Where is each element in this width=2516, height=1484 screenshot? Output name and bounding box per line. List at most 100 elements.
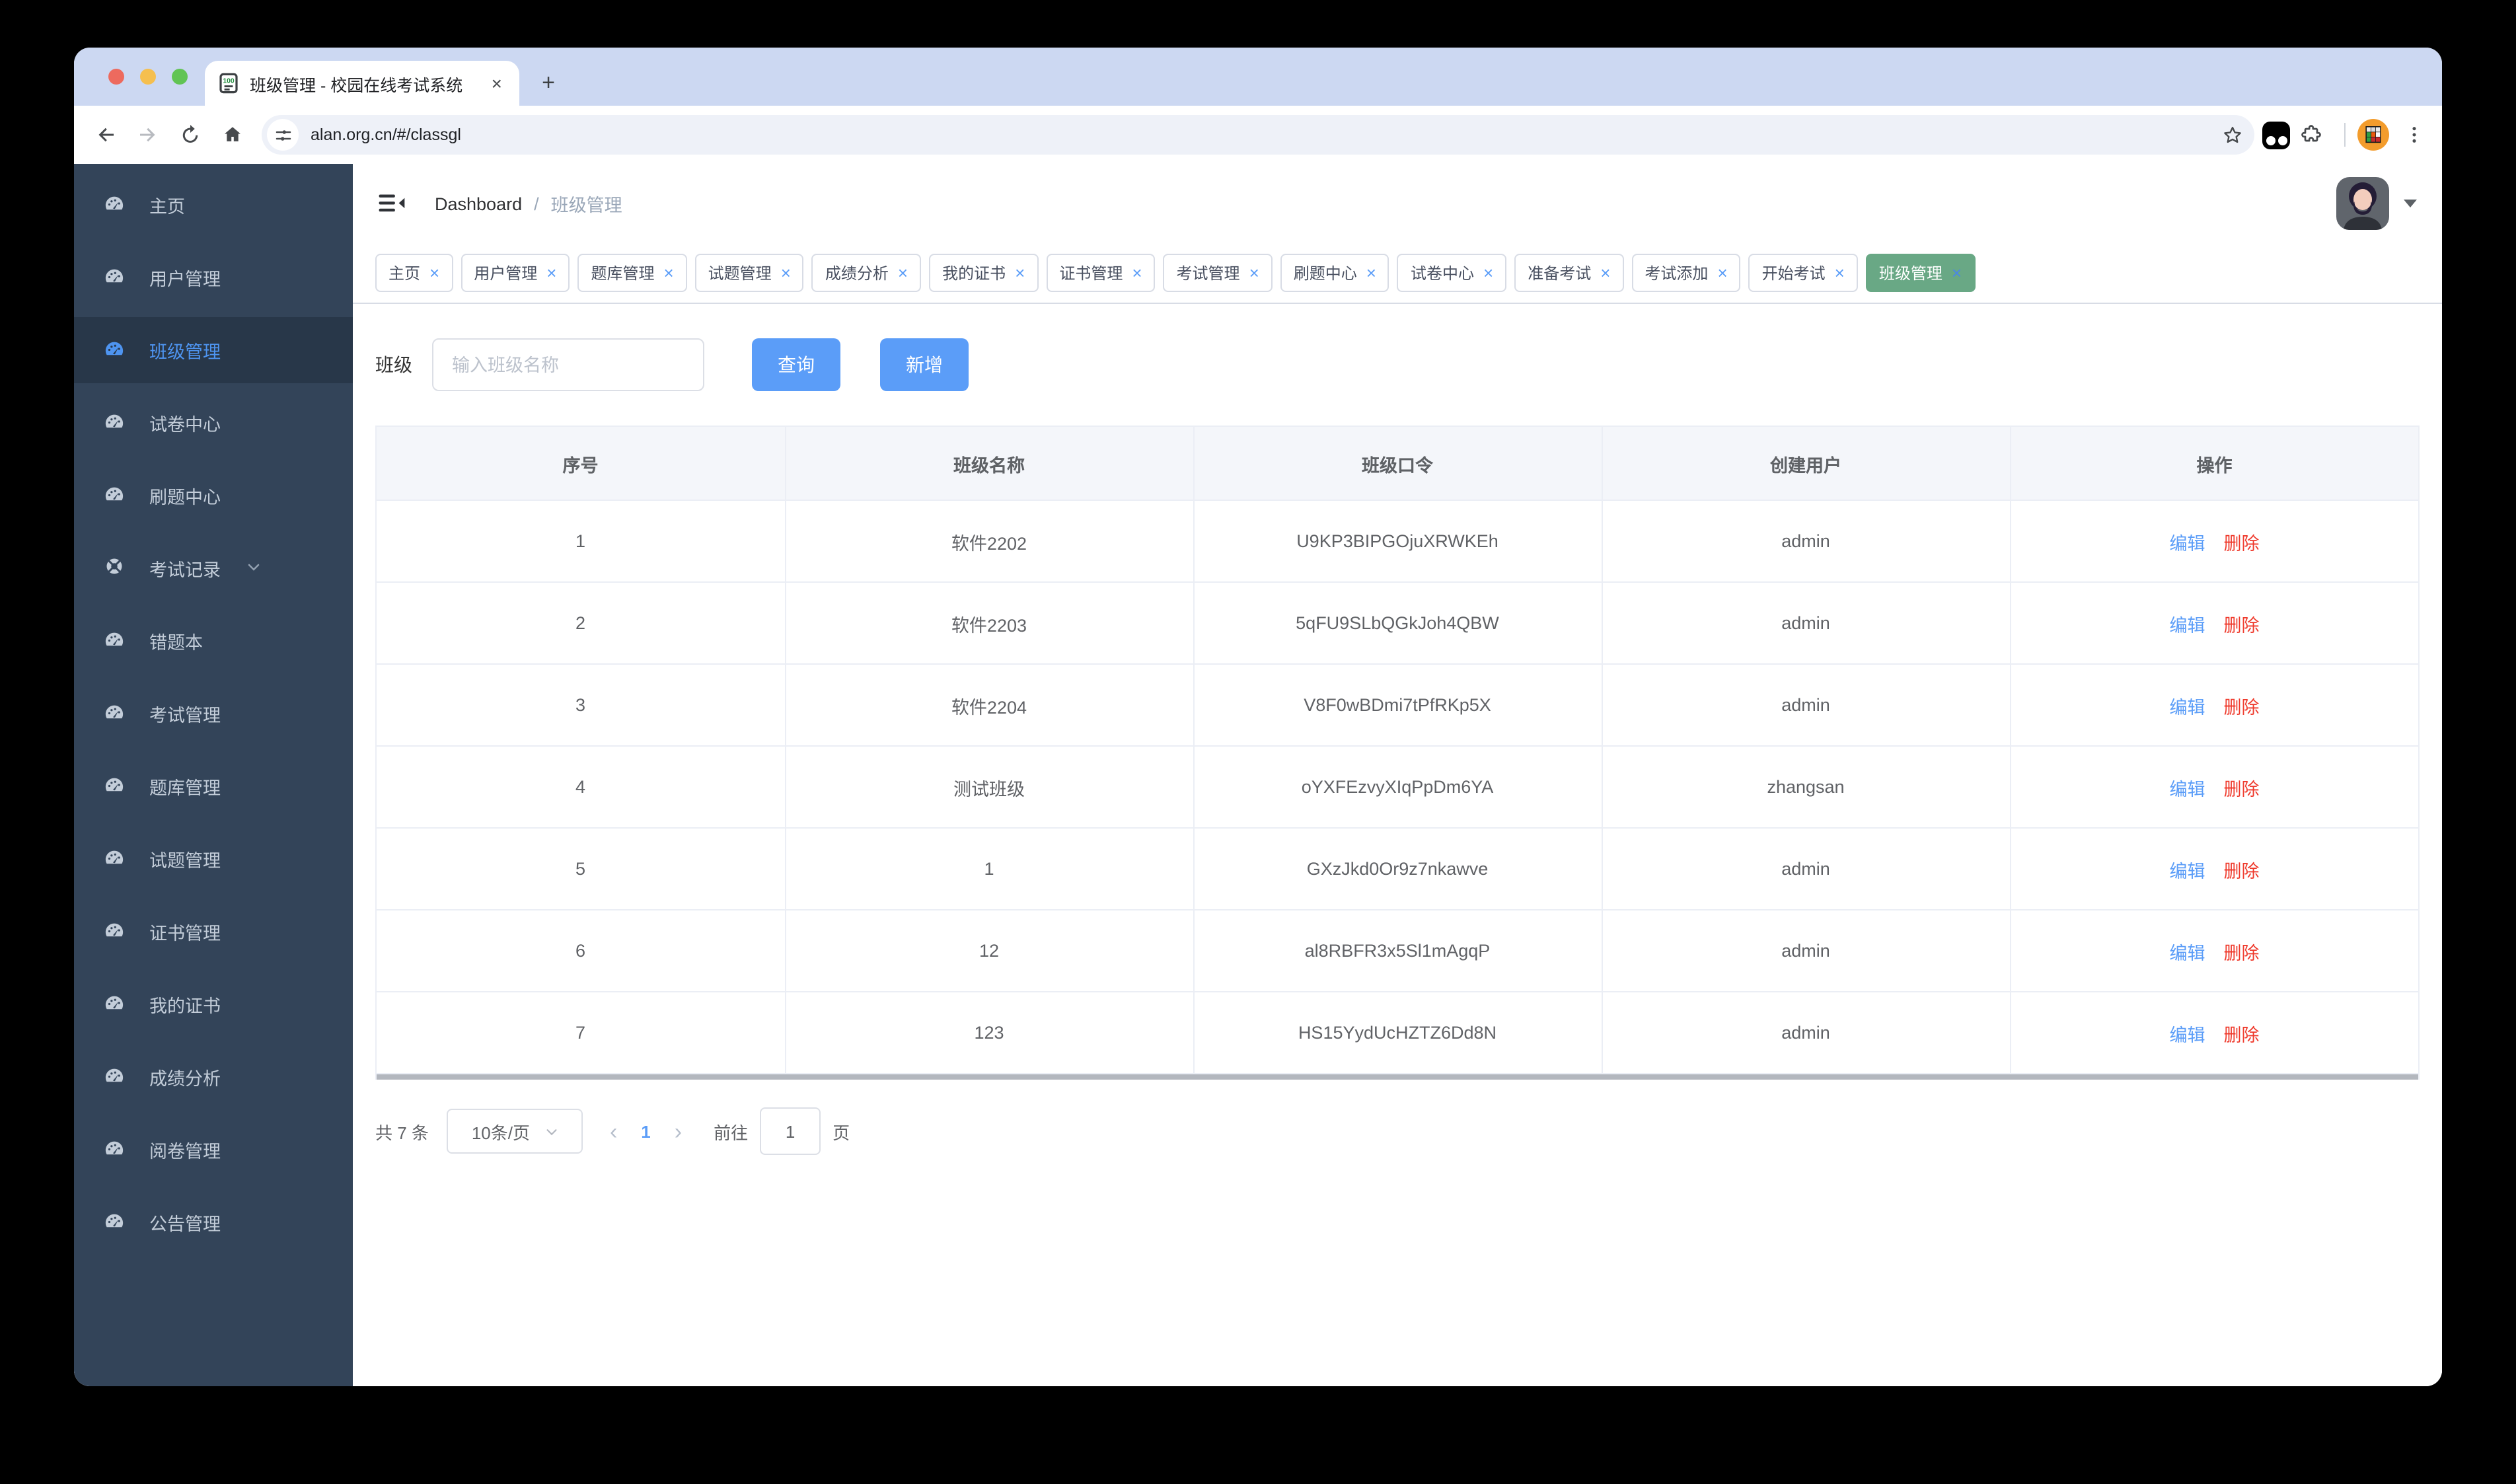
guide-icon xyxy=(104,556,124,580)
reload-button[interactable] xyxy=(169,114,211,156)
dashboard-gauge-icon xyxy=(104,193,124,217)
browser-tab[interactable]: 100 班级管理 - 校园在线考试系统 × xyxy=(205,61,519,106)
sidebar-item-1[interactable]: 用户管理 xyxy=(74,244,353,311)
tag-5[interactable]: 我的证书 × xyxy=(929,254,1039,292)
delete-link[interactable]: 删除 xyxy=(2224,697,2260,717)
tag-4[interactable]: 成绩分析 × xyxy=(811,254,922,292)
sidebar-item-12[interactable]: 成绩分析 xyxy=(74,1044,353,1110)
delete-link[interactable]: 删除 xyxy=(2224,1025,2260,1045)
home-button[interactable] xyxy=(211,114,254,156)
tag-13[interactable]: 班级管理 × xyxy=(1865,254,1976,292)
tag-9[interactable]: 试卷中心 × xyxy=(1397,254,1507,292)
tag-close-icon[interactable]: × xyxy=(1600,264,1610,281)
breadcrumb-dashboard-link[interactable]: Dashboard xyxy=(435,194,522,213)
tag-close-icon[interactable]: × xyxy=(1366,264,1376,281)
goto-page-input[interactable] xyxy=(760,1107,821,1155)
sidebar-item-14[interactable]: 公告管理 xyxy=(74,1189,353,1255)
tag-11[interactable]: 考试添加 × xyxy=(1631,254,1741,292)
sidebar-item-8[interactable]: 题库管理 xyxy=(74,753,353,819)
current-page-button[interactable]: 1 xyxy=(641,1121,650,1141)
address-bar[interactable]: alan.org.cn/#/classgl xyxy=(262,115,2254,155)
sidebar-item-0[interactable]: 主页 xyxy=(74,172,353,238)
tag-6[interactable]: 证书管理 × xyxy=(1046,254,1156,292)
delete-link[interactable]: 删除 xyxy=(2224,861,2260,881)
sidebar-item-7[interactable]: 考试管理 xyxy=(74,681,353,747)
sidebar-item-9[interactable]: 试题管理 xyxy=(74,826,353,892)
cell-code: V8F0wBDmi7tPfRKp5X xyxy=(1193,664,1602,747)
bookmark-star-icon[interactable] xyxy=(2215,118,2249,152)
browser-menu-kebab-icon[interactable] xyxy=(2397,118,2431,152)
tag-close-icon[interactable]: × xyxy=(1952,264,1962,281)
tab-close-icon[interactable]: × xyxy=(488,73,506,94)
maximize-window-button[interactable] xyxy=(172,69,188,85)
edit-link[interactable]: 编辑 xyxy=(2170,533,2205,553)
tag-7[interactable]: 考试管理 × xyxy=(1163,254,1273,292)
prev-page-button[interactable]: ‹ xyxy=(605,1120,622,1142)
edit-link[interactable]: 编辑 xyxy=(2170,861,2205,881)
tag-close-icon[interactable]: × xyxy=(898,264,908,281)
user-avatar[interactable] xyxy=(2336,177,2389,230)
delete-link[interactable]: 删除 xyxy=(2224,943,2260,963)
tag-close-icon[interactable]: × xyxy=(1717,264,1727,281)
sidebar-item-label: 试卷中心 xyxy=(149,415,221,435)
tag-8[interactable]: 刷题中心 × xyxy=(1280,254,1389,292)
add-button[interactable]: 新增 xyxy=(880,338,969,391)
edit-link[interactable]: 编辑 xyxy=(2170,1025,2205,1045)
sidebar-item-2[interactable]: 班级管理 xyxy=(74,317,353,383)
user-profile[interactable] xyxy=(2336,177,2417,230)
edit-link[interactable]: 编辑 xyxy=(2170,697,2205,717)
sidebar-item-13[interactable]: 阅卷管理 xyxy=(74,1117,353,1183)
edit-link[interactable]: 编辑 xyxy=(2170,779,2205,799)
dashboard-gauge-icon xyxy=(104,338,124,362)
pagination: 共 7 条 10条/页 ‹ 1 › 前往 页 xyxy=(375,1107,2420,1155)
dark-extension-icon[interactable] xyxy=(2262,121,2290,149)
close-window-button[interactable] xyxy=(108,69,124,85)
sidebar-item-11[interactable]: 我的证书 xyxy=(74,971,353,1037)
tag-close-icon[interactable]: × xyxy=(781,264,791,281)
tag-close-icon[interactable]: × xyxy=(1249,264,1259,281)
table-horizontal-scrollbar[interactable] xyxy=(377,1074,2418,1080)
tag-close-icon[interactable]: × xyxy=(1483,264,1493,281)
cell-seq: 7 xyxy=(377,992,786,1074)
url-text: alan.org.cn/#/classgl xyxy=(311,126,461,144)
extensions-puzzle-icon[interactable] xyxy=(2290,114,2332,156)
profile-rubik-avatar[interactable] xyxy=(2357,119,2389,151)
tag-0[interactable]: 主页 × xyxy=(375,254,453,292)
sidebar-toggle-hamburger-icon[interactable] xyxy=(378,190,406,217)
tag-close-icon[interactable]: × xyxy=(546,264,556,281)
tag-close-icon[interactable]: × xyxy=(663,264,673,281)
class-name-input[interactable] xyxy=(432,338,704,391)
tag-close-icon[interactable]: × xyxy=(1835,264,1845,281)
new-tab-button[interactable]: + xyxy=(530,65,567,102)
sidebar-item-10[interactable]: 证书管理 xyxy=(74,899,353,965)
page-size-select[interactable]: 10条/页 xyxy=(447,1109,583,1154)
tag-12[interactable]: 开始考试 × xyxy=(1748,254,1858,292)
tag-1[interactable]: 用户管理 × xyxy=(461,254,570,292)
stage: 100 班级管理 - 校园在线考试系统 × + alan.org.cn/#/cl… xyxy=(0,0,2516,1484)
sidebar-item-5[interactable]: 考试记录 xyxy=(74,535,353,601)
next-page-button[interactable]: › xyxy=(669,1120,687,1142)
back-button[interactable] xyxy=(85,114,127,156)
site-settings-icon[interactable] xyxy=(267,119,299,151)
tag-3[interactable]: 试题管理 × xyxy=(694,254,804,292)
sidebar-item-4[interactable]: 刷题中心 xyxy=(74,463,353,529)
sidebar-item-label: 成绩分析 xyxy=(149,1069,221,1089)
tag-10[interactable]: 准备考试 × xyxy=(1514,254,1624,292)
tag-2[interactable]: 题库管理 × xyxy=(577,254,687,292)
delete-link[interactable]: 删除 xyxy=(2224,779,2260,799)
forward-button[interactable] xyxy=(127,114,169,156)
minimize-window-button[interactable] xyxy=(140,69,156,85)
chevron-down-icon xyxy=(546,1129,557,1135)
delete-link[interactable]: 删除 xyxy=(2224,533,2260,553)
sidebar-item-3[interactable]: 试卷中心 xyxy=(74,390,353,456)
query-button[interactable]: 查询 xyxy=(752,338,840,391)
edit-link[interactable]: 编辑 xyxy=(2170,615,2205,635)
tags-view-bar: 主页 × 用户管理 × 题库管理 × 试题管理 × 成绩分析 × 我的证书 × 证书管理 × 考试管理 × 刷题… xyxy=(353,243,2442,304)
delete-link[interactable]: 删除 xyxy=(2224,615,2260,635)
cell-actions: 编辑 删除 xyxy=(2010,500,2418,583)
edit-link[interactable]: 编辑 xyxy=(2170,943,2205,963)
tag-close-icon[interactable]: × xyxy=(1132,264,1142,281)
sidebar-item-6[interactable]: 错题本 xyxy=(74,608,353,674)
tag-close-icon[interactable]: × xyxy=(429,264,439,281)
tag-close-icon[interactable]: × xyxy=(1015,264,1025,281)
